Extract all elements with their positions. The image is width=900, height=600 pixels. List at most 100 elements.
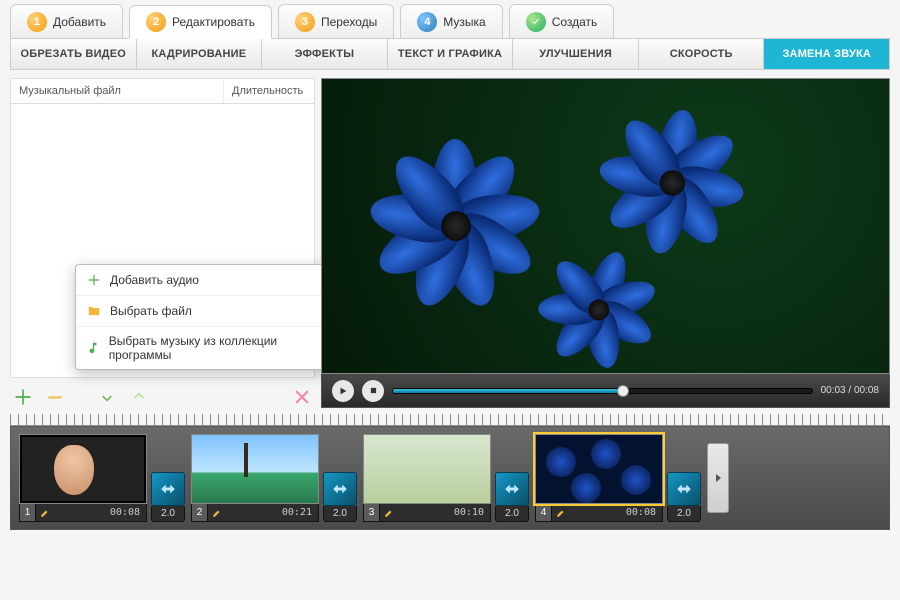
wizard-label: Музыка <box>443 15 485 29</box>
clip-thumbnail[interactable] <box>363 434 491 504</box>
time-display: 00:03 / 00:08 <box>821 385 879 396</box>
clip-thumbnail[interactable] <box>535 434 663 504</box>
transition-duration: 2.0 <box>495 506 529 522</box>
wizard-step-transitions[interactable]: 3 Переходы <box>278 4 394 38</box>
tab-replace-audio[interactable]: ЗАМЕНА ЗВУКА <box>764 39 889 69</box>
tab-trim[interactable]: ОБРЕЗАТЬ ВИДЕО <box>11 39 137 69</box>
arrow-down-icon <box>98 388 116 406</box>
delete-icon <box>293 388 311 406</box>
tab-enhance[interactable]: УЛУЧШЕНИЯ <box>513 39 639 69</box>
transition-icon <box>151 472 185 506</box>
menu-label: Выбрать музыку из коллекции программы <box>109 334 324 362</box>
clip-info-bar: 4 00:08 <box>535 504 663 522</box>
timeline[interactable]: 1 00:08 2.0 <box>10 426 890 530</box>
step-badge-3: 3 <box>295 12 315 32</box>
col-duration: Длительность <box>224 79 314 103</box>
pencil-icon[interactable] <box>552 508 570 518</box>
plus-icon <box>86 272 102 288</box>
main-area: Музыкальный файл Длительность Добавить а… <box>10 78 890 408</box>
menu-label: Выбрать файл <box>110 304 192 318</box>
wizard-step-add[interactable]: 1 Добавить <box>10 4 123 38</box>
stop-icon <box>369 386 378 395</box>
tab-crop[interactable]: КАДРИРОВАНИЕ <box>137 39 263 69</box>
clip-duration: 00:08 <box>570 507 662 518</box>
tool-tabs: ОБРЕЗАТЬ ВИДЕО КАДРИРОВАНИЕ ЭФФЕКТЫ ТЕКС… <box>10 38 890 70</box>
move-up-button[interactable] <box>128 386 150 408</box>
add-audio-menu: Добавить аудио Выбрать файл Выбрать музы… <box>75 264 335 370</box>
col-file: Музыкальный файл <box>11 79 224 103</box>
step-badge-4: 4 <box>417 12 437 32</box>
seek-bar[interactable] <box>392 388 813 394</box>
preview-panel: 00:03 / 00:08 <box>321 78 890 408</box>
timeline-scroll-right[interactable] <box>707 443 729 513</box>
clip-duration: 00:10 <box>398 507 490 518</box>
play-button[interactable] <box>332 380 354 402</box>
wizard-step-music[interactable]: 4 Музыка <box>400 4 502 38</box>
add-button[interactable] <box>12 386 34 408</box>
timeline-clip[interactable]: 1 00:08 2.0 <box>19 434 185 522</box>
player-controls: 00:03 / 00:08 <box>321 374 890 408</box>
transition-block[interactable]: 2.0 <box>323 472 357 522</box>
wizard-tabs: 1 Добавить 2 Редактировать 3 Переходы 4 … <box>10 4 890 38</box>
move-down-button[interactable] <box>96 386 118 408</box>
audio-list-body: Добавить аудио Выбрать файл Выбрать музы… <box>10 103 315 378</box>
folder-icon <box>86 303 102 319</box>
plus-icon <box>13 387 33 407</box>
clip-duration: 00:08 <box>54 507 146 518</box>
wizard-label: Редактировать <box>172 15 255 29</box>
clip-thumbnail[interactable] <box>191 434 319 504</box>
transition-duration: 2.0 <box>667 506 701 522</box>
step-badge-2: 2 <box>146 12 166 32</box>
step-badge-check <box>526 12 546 32</box>
arrow-up-icon <box>130 388 148 406</box>
pencil-icon[interactable] <box>380 508 398 518</box>
timeline-area: 1 00:08 2.0 <box>10 414 890 530</box>
menu-add-audio[interactable]: Добавить аудио <box>76 265 334 296</box>
audio-toolbar <box>10 378 315 408</box>
timeline-clip[interactable]: 2 00:21 2.0 <box>191 434 357 522</box>
clip-duration: 00:21 <box>226 507 318 518</box>
app-root: 1 Добавить 2 Редактировать 3 Переходы 4 … <box>0 0 900 600</box>
clip-number: 4 <box>536 504 552 521</box>
pencil-icon[interactable] <box>36 508 54 518</box>
clip-number: 3 <box>364 504 380 521</box>
transition-icon <box>323 472 357 506</box>
timeline-clip-selected[interactable]: 4 00:08 2.0 <box>535 434 701 522</box>
delete-button[interactable] <box>291 386 313 408</box>
clip-number: 1 <box>20 504 36 521</box>
clip-info-bar: 3 00:10 <box>363 504 491 522</box>
transition-duration: 2.0 <box>151 506 185 522</box>
transition-block[interactable]: 2.0 <box>151 472 185 522</box>
transition-block[interactable]: 2.0 <box>495 472 529 522</box>
remove-button[interactable] <box>44 386 66 408</box>
clip-thumbnail[interactable] <box>19 434 147 504</box>
audio-list-header: Музыкальный файл Длительность <box>10 78 315 103</box>
wizard-label: Переходы <box>321 15 377 29</box>
timeline-clip[interactable]: 3 00:10 2.0 <box>363 434 529 522</box>
menu-choose-library[interactable]: Выбрать музыку из коллекции программы <box>76 327 334 369</box>
clip-info-bar: 2 00:21 <box>191 504 319 522</box>
preview-image <box>321 78 890 374</box>
tab-text[interactable]: ТЕКСТ И ГРАФИКА <box>388 39 514 69</box>
stop-button[interactable] <box>362 380 384 402</box>
tab-speed[interactable]: СКОРОСТЬ <box>639 39 765 69</box>
pencil-icon[interactable] <box>208 508 226 518</box>
clip-number: 2 <box>192 504 208 521</box>
transition-block[interactable]: 2.0 <box>667 472 701 522</box>
seek-progress <box>393 389 623 393</box>
transition-icon <box>667 472 701 506</box>
play-icon <box>338 386 348 396</box>
music-note-icon <box>86 340 101 356</box>
timeline-ruler <box>10 414 890 426</box>
menu-choose-file[interactable]: Выбрать файл <box>76 296 334 327</box>
check-icon <box>530 16 542 28</box>
tab-effects[interactable]: ЭФФЕКТЫ <box>262 39 388 69</box>
menu-label: Добавить аудио <box>110 273 199 287</box>
clip-info-bar: 1 00:08 <box>19 504 147 522</box>
minus-icon <box>45 387 65 407</box>
transition-duration: 2.0 <box>323 506 357 522</box>
seek-thumb[interactable] <box>617 385 629 397</box>
wizard-step-edit[interactable]: 2 Редактировать <box>129 5 272 39</box>
wizard-step-create[interactable]: Создать <box>509 4 615 38</box>
transition-icon <box>495 472 529 506</box>
